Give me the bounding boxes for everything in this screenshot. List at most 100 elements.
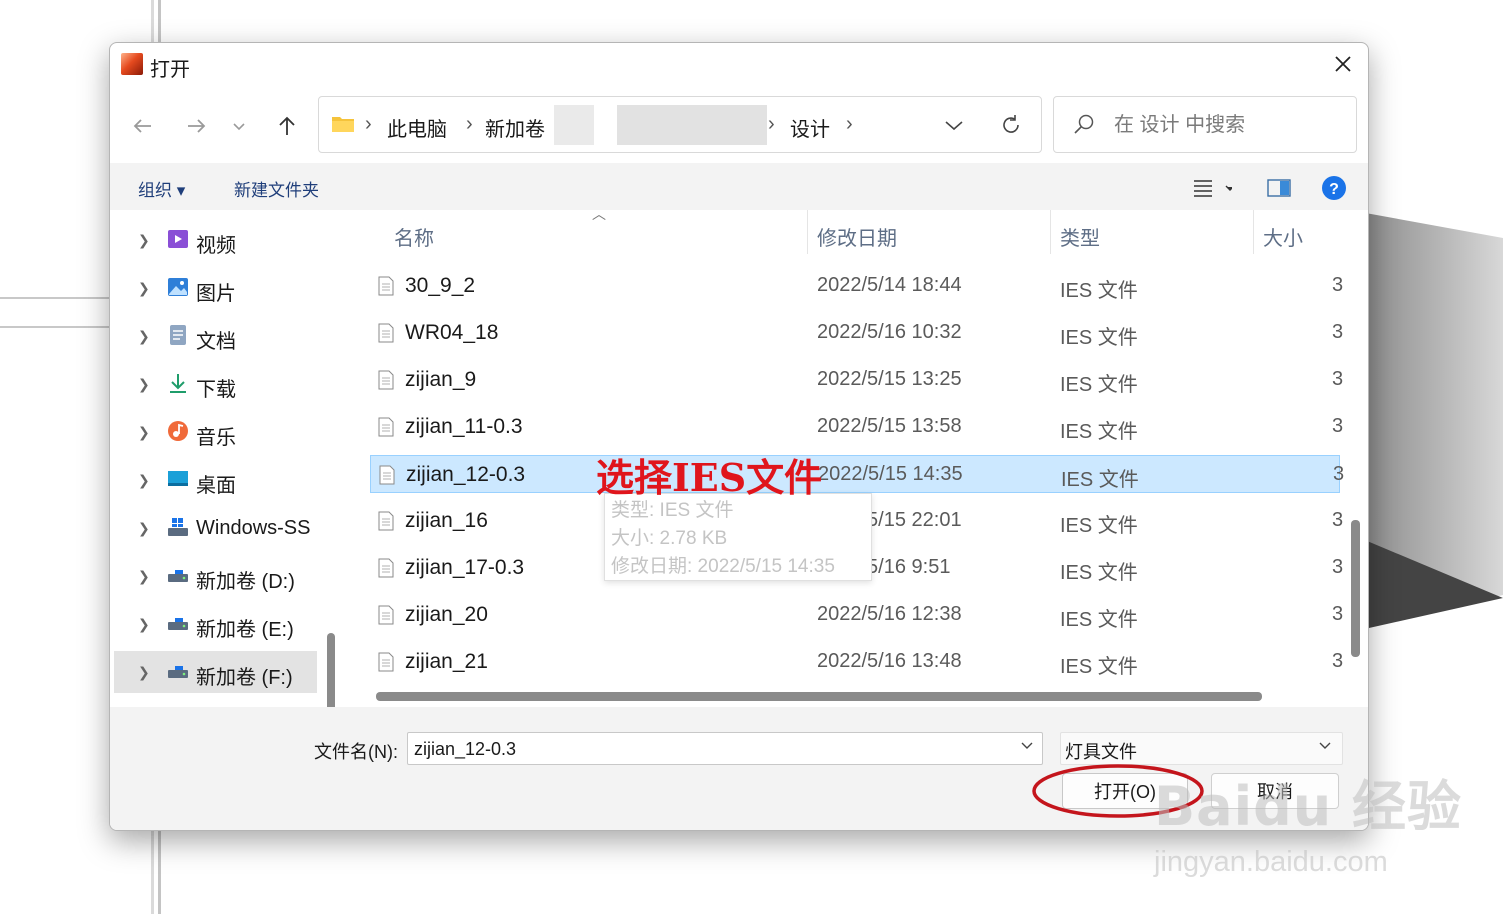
file-tooltip: 类型: IES 文件 大小: 2.78 KB 修改日期: 2022/5/15 1… (604, 493, 872, 581)
column-divider[interactable] (807, 210, 808, 254)
column-header-date[interactable]: 修改日期 (817, 222, 897, 251)
file-size: 3 (1333, 463, 1345, 485)
chevron-down-icon[interactable] (943, 115, 965, 135)
file-date: 2022/5/15 13:58 (817, 415, 962, 437)
sidebar-item-downloads[interactable]: ❯ 下载 (110, 363, 320, 405)
column-divider[interactable] (1050, 210, 1051, 254)
address-bar[interactable]: › 此电脑 › 新加卷 › 设计 › (318, 96, 1042, 153)
column-header-type[interactable]: 类型 (1060, 222, 1100, 251)
video-folder-icon (168, 230, 188, 248)
search-icon (1074, 114, 1094, 134)
new-folder-button[interactable]: 新建文件夹 (234, 176, 319, 201)
vertical-scrollbar[interactable] (1351, 520, 1360, 657)
file-size: 3 (1332, 556, 1344, 578)
chevron-right-icon[interactable]: ❯ (138, 280, 150, 297)
help-icon[interactable]: ? (1321, 175, 1347, 201)
file-row[interactable]: zijian_21 2022/5/16 13:48 IES 文件 3 (370, 643, 1344, 681)
file-size: 3 (1332, 368, 1344, 390)
file-name: WR04_18 (405, 321, 499, 344)
chevron-right-icon[interactable]: ❯ (138, 376, 150, 393)
breadcrumb-this-pc[interactable]: 此电脑 (387, 113, 447, 142)
watermark: Baidu 经验 jingyan.baidu.com (1154, 762, 1462, 878)
file-name: zijian_9 (405, 368, 477, 391)
column-header-name[interactable]: 名称 (394, 222, 434, 251)
watermark-url: jingyan.baidu.com (1154, 846, 1388, 878)
file-icon (378, 276, 394, 296)
chevron-right-icon[interactable]: ❯ (138, 328, 150, 345)
chevron-right-icon[interactable]: ❯ (138, 520, 150, 537)
sidebar-item-documents[interactable]: ❯ 文档 (110, 315, 320, 357)
chevron-down-icon[interactable] (230, 113, 248, 139)
svg-text:?: ? (1329, 181, 1339, 198)
sidebar-item-desktop[interactable]: ❯ 桌面 (110, 459, 320, 501)
arrow-up-icon[interactable] (274, 113, 300, 139)
close-icon[interactable] (1328, 49, 1358, 79)
folder-icon (332, 117, 354, 132)
search-box[interactable] (1053, 96, 1357, 153)
file-size: 3 (1332, 274, 1344, 296)
breadcrumb-separator: › (365, 113, 372, 135)
filetype-select[interactable]: 灯具文件 (1060, 732, 1343, 765)
command-bar: 组织 ▾ 新建文件夹 ? (110, 163, 1368, 210)
sidebar-item-videos[interactable]: ❯ 视频 (110, 219, 320, 261)
pictures-folder-icon (168, 278, 188, 296)
file-row[interactable]: zijian_11-0.3 2022/5/15 13:58 IES 文件 3 (370, 408, 1343, 446)
file-icon (379, 465, 395, 485)
chevron-down-icon[interactable] (1318, 738, 1332, 752)
horizontal-scrollbar[interactable] (376, 692, 1262, 701)
chevron-right-icon[interactable]: ❯ (138, 616, 150, 633)
file-row[interactable]: WR04_18 2022/5/16 10:32 IES 文件 3 (370, 314, 1344, 352)
sidebar-item-drive-d[interactable]: ❯ 新加卷 (D:) (110, 555, 320, 597)
title-bar: 打开 (110, 43, 1368, 87)
file-icon (378, 652, 394, 672)
refresh-icon[interactable] (999, 113, 1023, 137)
file-row[interactable]: zijian_9 2022/5/15 13:25 IES 文件 3 (370, 361, 1344, 399)
sidebar-item-pictures[interactable]: ❯ 图片 (110, 267, 320, 309)
search-input[interactable] (1112, 111, 1346, 139)
chevron-right-icon[interactable]: ❯ (138, 664, 150, 681)
redacted-breadcrumb (554, 105, 594, 145)
system-drive-icon (168, 518, 188, 536)
filename-input[interactable] (412, 736, 1006, 762)
sidebar-item-label: 视频 (196, 235, 236, 257)
chevron-right-icon[interactable]: ❯ (138, 472, 150, 489)
column-divider[interactable] (1253, 210, 1254, 254)
breadcrumb-volume[interactable]: 新加卷 (485, 113, 545, 142)
file-type: IES 文件 (1060, 609, 1138, 631)
arrow-left-icon[interactable] (130, 113, 156, 139)
sidebar-item-label: 文档 (196, 331, 236, 353)
chevron-down-icon[interactable] (1020, 738, 1034, 752)
file-icon (378, 605, 394, 625)
file-row-selected[interactable]: zijian_12-0.3 2022/5/15 14:35 IES 文件 3 (370, 455, 1344, 493)
chevron-right-icon[interactable]: ❯ (138, 424, 150, 441)
organize-menu[interactable]: 组织 ▾ (138, 176, 185, 201)
sidebar-item-drive-e[interactable]: ❯ 新加卷 (E:) (110, 603, 320, 645)
file-icon (378, 370, 394, 390)
file-name: zijian_17-0.3 (405, 556, 525, 579)
filename-combobox[interactable] (407, 732, 1043, 765)
chevron-right-icon[interactable]: ❯ (138, 568, 150, 585)
file-name: 30_9_2 (405, 274, 476, 297)
dialog-title: 打开 (150, 59, 190, 81)
breadcrumb-design[interactable]: 设计 (790, 113, 830, 142)
column-header-size[interactable]: 大小 (1263, 222, 1303, 251)
file-date: 2022/5/16 10:32 (817, 321, 962, 343)
sidebar-item-music[interactable]: ❯ 音乐 (110, 411, 320, 453)
file-row[interactable]: 30_9_2 2022/5/14 18:44 IES 文件 3 (370, 267, 1344, 305)
file-type: IES 文件 (1060, 374, 1138, 396)
sidebar-item-drive-f[interactable]: ❯ 新加卷 (F:) (114, 651, 317, 693)
breadcrumb-separator: › (466, 113, 473, 135)
chevron-right-icon[interactable]: ❯ (138, 232, 150, 249)
preview-pane-icon[interactable] (1267, 178, 1291, 198)
file-row[interactable]: zijian_20 2022/5/16 12:38 IES 文件 3 (370, 596, 1343, 634)
file-list: ︿ 名称 修改日期 类型 大小 30_9_2 2022/5/14 18:44 I… (348, 206, 1368, 707)
file-size: 3 (1332, 650, 1344, 672)
breadcrumb-separator: › (846, 113, 853, 135)
sidebar-item-system-drive[interactable]: ❯ Windows-SS (110, 507, 320, 549)
arrow-right-icon[interactable] (183, 113, 209, 139)
navigation-pane: ❯ 视频 ❯ 图片 ❯ 文档 ❯ 下载 ❯ 音乐 ❯ 桌面 ❯ Windows-… (110, 210, 348, 830)
list-view-icon[interactable] (1192, 178, 1232, 198)
file-type: IES 文件 (1060, 515, 1138, 537)
file-size: 3 (1332, 321, 1344, 343)
file-name: zijian_12-0.3 (406, 463, 526, 486)
